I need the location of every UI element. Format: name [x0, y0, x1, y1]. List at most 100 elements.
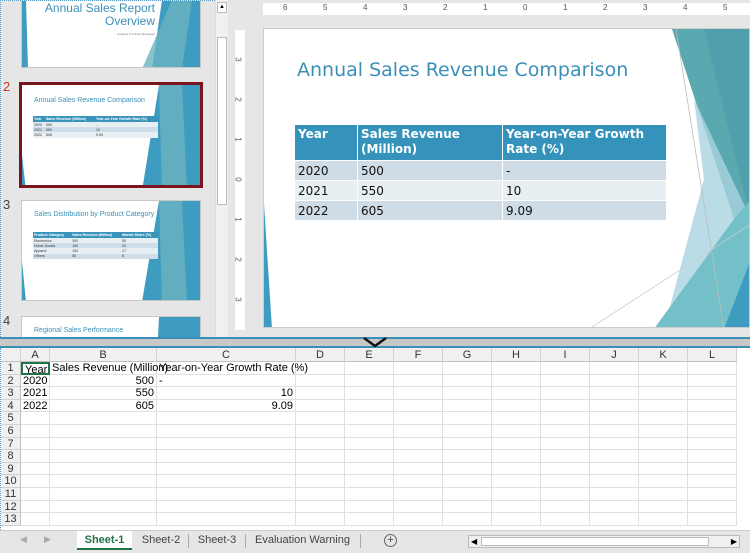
cell-F8[interactable] [394, 450, 443, 463]
cell-C11[interactable] [157, 488, 296, 501]
cell-H3[interactable] [492, 387, 541, 400]
cell-L10[interactable] [688, 475, 737, 488]
tab-sheet-2[interactable]: Sheet-2 [134, 531, 188, 550]
cell-H8[interactable] [492, 450, 541, 463]
cell-L5[interactable] [688, 412, 737, 425]
tab-scroll-right-icon[interactable]: ▶ [44, 534, 51, 545]
slide-canvas[interactable]: Annual Sales Revenue Comparison Year Sale… [263, 28, 750, 328]
row-header-13[interactable]: 13 [1, 513, 21, 526]
cell-I11[interactable] [541, 488, 590, 501]
cell-D5[interactable] [296, 412, 345, 425]
cell-K1[interactable] [639, 362, 688, 375]
cell-C3[interactable]: 10 [157, 387, 296, 400]
cell-J5[interactable] [590, 412, 639, 425]
cell-I3[interactable] [541, 387, 590, 400]
cell-K4[interactable] [639, 399, 688, 413]
cell-G7[interactable] [443, 437, 492, 451]
select-all-corner[interactable] [1, 348, 21, 362]
cell-B8[interactable] [50, 450, 157, 463]
cell-K3[interactable] [639, 387, 688, 400]
row-header-11[interactable]: 11 [1, 488, 21, 501]
cell-B5[interactable] [50, 412, 157, 425]
cell-C8[interactable] [157, 450, 296, 463]
cell-K12[interactable] [639, 500, 688, 514]
cell-B12[interactable] [50, 500, 157, 514]
cell-C13[interactable] [157, 513, 296, 526]
cell-I13[interactable] [541, 513, 590, 526]
cell-E2[interactable] [345, 374, 394, 388]
row-header-3[interactable]: 3 [1, 387, 21, 400]
cell-E6[interactable] [345, 425, 394, 438]
cell-D10[interactable] [296, 475, 345, 488]
cell-A10[interactable] [21, 475, 50, 488]
cell-L3[interactable] [688, 387, 737, 400]
cell-K2[interactable] [639, 374, 688, 388]
row-header-4[interactable]: 4 [1, 399, 21, 413]
cell-L1[interactable] [688, 362, 737, 375]
cell-J2[interactable] [590, 374, 639, 388]
cell-H1[interactable] [492, 362, 541, 375]
scrollbar-thumb[interactable] [481, 537, 709, 546]
column-header-E[interactable]: E [345, 348, 394, 362]
slide-title[interactable]: Annual Sales Revenue Comparison [297, 59, 628, 81]
slide-thumbnail-2[interactable]: Annual Sales Revenue Comparison Year Sale… [19, 82, 203, 188]
cell-D2[interactable] [296, 374, 345, 388]
cell-C2[interactable]: - [157, 374, 296, 388]
cell-K8[interactable] [639, 450, 688, 463]
cell-G1[interactable] [443, 362, 492, 375]
cell-F12[interactable] [394, 500, 443, 514]
cell-G12[interactable] [443, 500, 492, 514]
cell-E13[interactable] [345, 513, 394, 526]
cell-C12[interactable] [157, 500, 296, 514]
column-header-H[interactable]: H [492, 348, 541, 362]
cell-D3[interactable] [296, 387, 345, 400]
cell-B6[interactable] [50, 425, 157, 438]
column-header-B[interactable]: B [50, 348, 157, 362]
cell-L12[interactable] [688, 500, 737, 514]
row-header-9[interactable]: 9 [1, 462, 21, 476]
cell-D7[interactable] [296, 437, 345, 451]
cell-C4[interactable]: 9.09 [157, 399, 296, 413]
cell-D9[interactable] [296, 462, 345, 476]
cell-B9[interactable] [50, 462, 157, 476]
cell-B11[interactable] [50, 488, 157, 501]
cell-H10[interactable] [492, 475, 541, 488]
cell-D8[interactable] [296, 450, 345, 463]
cell-A7[interactable] [21, 437, 50, 451]
column-header-A[interactable]: A [21, 348, 50, 362]
column-header-J[interactable]: J [590, 348, 639, 362]
cell-A3[interactable]: 2021 [21, 387, 50, 400]
cell-E10[interactable] [345, 475, 394, 488]
cell-F3[interactable] [394, 387, 443, 400]
cell-J9[interactable] [590, 462, 639, 476]
cell-J8[interactable] [590, 450, 639, 463]
thumbnail-scrollbar[interactable]: ▲ [215, 0, 228, 337]
cell-F11[interactable] [394, 488, 443, 501]
cell-A1[interactable]: Year [21, 362, 50, 376]
cell-L8[interactable] [688, 450, 737, 463]
row-header-7[interactable]: 7 [1, 437, 21, 451]
cell-I5[interactable] [541, 412, 590, 425]
cell-G13[interactable] [443, 513, 492, 526]
cell-L11[interactable] [688, 488, 737, 501]
cell-K10[interactable] [639, 475, 688, 488]
cell-F7[interactable] [394, 437, 443, 451]
cell-F10[interactable] [394, 475, 443, 488]
cell-K6[interactable] [639, 425, 688, 438]
cell-B2[interactable]: 500 [50, 374, 157, 388]
cell-J4[interactable] [590, 399, 639, 413]
cell-F4[interactable] [394, 399, 443, 413]
cell-E9[interactable] [345, 462, 394, 476]
cell-G4[interactable] [443, 399, 492, 413]
cell-H4[interactable] [492, 399, 541, 413]
tab-evaluation-warning[interactable]: Evaluation Warning [246, 531, 359, 550]
cell-I9[interactable] [541, 462, 590, 476]
cell-J11[interactable] [590, 488, 639, 501]
cell-L7[interactable] [688, 437, 737, 451]
cell-C5[interactable] [157, 412, 296, 425]
cell-A8[interactable] [21, 450, 50, 463]
cell-G10[interactable] [443, 475, 492, 488]
cell-B10[interactable] [50, 475, 157, 488]
cell-E7[interactable] [345, 437, 394, 451]
cell-A2[interactable]: 2020 [21, 374, 50, 388]
